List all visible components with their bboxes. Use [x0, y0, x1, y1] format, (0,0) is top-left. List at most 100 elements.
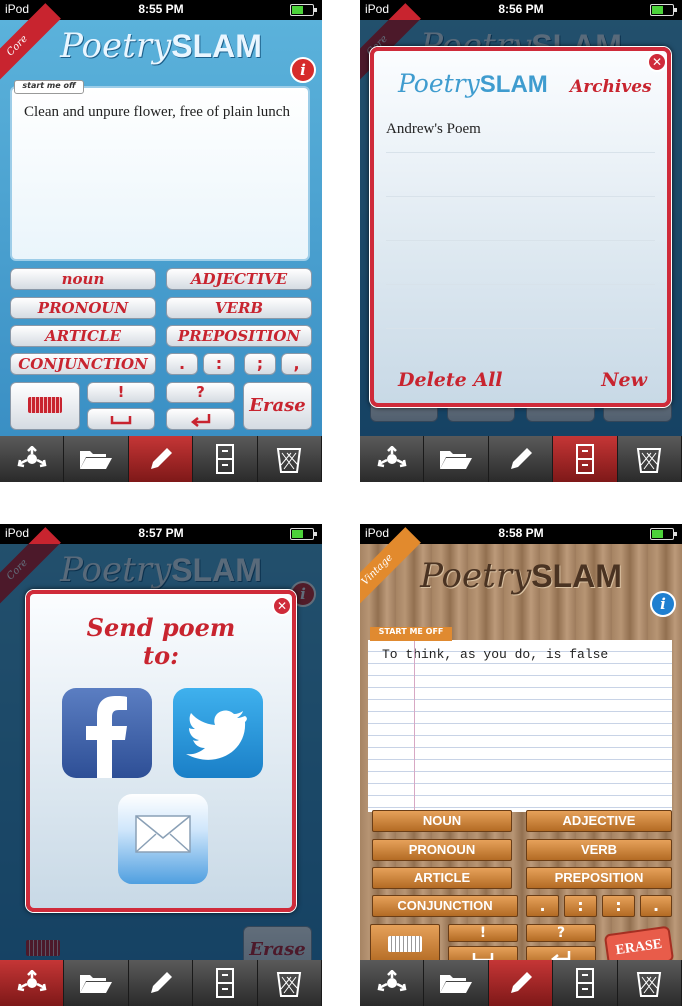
verb-button[interactable]: VERB	[526, 839, 672, 861]
cabinet-icon	[575, 968, 594, 998]
screen-archives: iPod 8:56 PM Core PoetrySLAM PoetrySLAM …	[360, 0, 682, 482]
pronoun-button[interactable]: PRONOUN	[372, 839, 512, 861]
colon-key-2[interactable]: :	[602, 895, 635, 917]
pronoun-button[interactable]: PRONOUN	[10, 297, 156, 319]
colon-key[interactable]: :	[203, 353, 235, 375]
archives-logo: PoetrySLAM	[398, 69, 548, 98]
delete-all-button[interactable]: Delete All	[398, 369, 503, 391]
archive-empty-row	[386, 197, 655, 241]
period-key[interactable]: .	[526, 895, 559, 917]
conjunction-button[interactable]: CONJUNCTION	[372, 895, 518, 917]
app-logo: PoetrySLAM	[60, 26, 262, 66]
battery-icon	[290, 528, 317, 540]
erase-button[interactable]: Erase	[243, 382, 312, 430]
twitter-icon[interactable]	[173, 688, 263, 778]
tab-archives[interactable]	[424, 436, 489, 482]
tab-trash[interactable]	[258, 436, 322, 482]
battery-icon	[650, 4, 677, 16]
cabinet-icon	[215, 444, 234, 474]
keyboard-icon	[28, 397, 62, 413]
folder-icon	[440, 975, 473, 993]
adjective-button[interactable]: ADJECTIVE	[526, 810, 672, 832]
tab-share[interactable]	[0, 436, 65, 482]
question-key[interactable]: ?	[166, 382, 235, 403]
keyboard-button[interactable]	[10, 382, 80, 430]
pencil-icon	[510, 448, 532, 469]
close-icon[interactable]: ✕	[272, 596, 292, 616]
tab-cabinet[interactable]	[193, 436, 258, 482]
tab-cabinet[interactable]	[553, 436, 618, 482]
screen-core-editor: iPod 8:55 PM Core PoetrySLAM i Clean and…	[0, 0, 322, 482]
tab-bar	[360, 436, 682, 482]
facebook-icon[interactable]	[62, 688, 152, 778]
tab-share[interactable]	[360, 436, 425, 482]
tab-trash[interactable]	[618, 960, 682, 1006]
info-button[interactable]: i	[290, 57, 316, 83]
share-icon	[377, 446, 407, 468]
pencil-icon	[510, 972, 532, 993]
article-button[interactable]: ARTICLE	[10, 325, 156, 347]
tab-bar	[360, 960, 682, 1006]
archives-dialog: PoetrySLAM Archives Andrew's Poem Delete…	[370, 47, 671, 407]
start-me-off-button[interactable]: START ME OFF	[370, 627, 452, 641]
keyboard-button[interactable]	[370, 924, 440, 964]
tab-cabinet[interactable]	[193, 960, 258, 1006]
archive-item[interactable]: Andrew's Poem	[386, 109, 655, 153]
trash-icon	[277, 972, 302, 997]
exclamation-key[interactable]: !	[448, 924, 518, 942]
pencil-icon	[150, 448, 172, 469]
noun-button[interactable]: noun	[10, 268, 156, 290]
folder-icon	[80, 975, 113, 993]
archives-title: Archives	[570, 77, 652, 97]
noun-button[interactable]: NOUN	[372, 810, 512, 832]
editor-panel: Vintage PoetrySLAM i To think, as you do…	[360, 527, 682, 971]
tab-cabinet[interactable]	[553, 960, 618, 1006]
share-title: Send poem to:	[86, 613, 236, 670]
tab-write[interactable]	[129, 960, 194, 1006]
return-key[interactable]	[166, 408, 235, 430]
article-button[interactable]: ARTICLE	[372, 867, 512, 889]
email-icon[interactable]	[118, 794, 208, 884]
tab-bar	[0, 436, 322, 482]
space-key[interactable]	[87, 408, 155, 430]
tab-archives[interactable]	[424, 960, 489, 1006]
tab-trash[interactable]	[258, 960, 322, 1006]
exclamation-key[interactable]: !	[87, 382, 155, 403]
new-poem-button[interactable]: New	[601, 369, 647, 391]
poem-text-area[interactable]: To think, as you do, is false	[368, 640, 672, 812]
start-me-off-button[interactable]: start me off	[14, 80, 84, 94]
share-icon	[17, 970, 47, 992]
battery-icon	[290, 4, 317, 16]
verb-button[interactable]: VERB	[166, 297, 312, 319]
close-icon[interactable]: ✕	[647, 52, 667, 72]
folder-icon	[440, 451, 473, 469]
tab-write[interactable]	[488, 960, 554, 1006]
tab-trash[interactable]	[618, 436, 682, 482]
preposition-button[interactable]: PREPOSITION	[526, 867, 672, 889]
period-key[interactable]: .	[166, 353, 198, 375]
semicolon-key[interactable]: ;	[244, 353, 276, 375]
question-key[interactable]: ?	[526, 924, 596, 942]
pencil-icon	[150, 972, 172, 993]
tab-share[interactable]	[0, 960, 65, 1006]
info-button[interactable]: i	[650, 591, 676, 617]
tab-share[interactable]	[360, 960, 425, 1006]
preposition-button[interactable]: PREPOSITION	[166, 325, 312, 347]
archive-empty-row	[386, 285, 655, 329]
keyboard-icon	[388, 936, 422, 952]
trash-icon	[277, 448, 302, 473]
tab-archives[interactable]	[64, 436, 129, 482]
poem-text-area[interactable]: Clean and unpure flower, free of plain l…	[10, 86, 310, 261]
tab-write[interactable]	[128, 436, 194, 482]
colon-key[interactable]: :	[564, 895, 597, 917]
space-icon	[110, 416, 132, 425]
comma-key[interactable]: ,	[281, 353, 312, 375]
tab-archives[interactable]	[64, 960, 129, 1006]
share-icon	[17, 446, 47, 468]
conjunction-button[interactable]: CONJUNCTION	[10, 353, 156, 375]
adjective-button[interactable]: ADJECTIVE	[166, 268, 312, 290]
period-key-2[interactable]: .	[640, 895, 672, 917]
app-logo: PoetrySLAM	[420, 556, 622, 596]
screen-vintage-editor: iPod 8:58 PM Vintage PoetrySLAM i To thi…	[360, 524, 682, 1006]
tab-write[interactable]	[489, 436, 554, 482]
